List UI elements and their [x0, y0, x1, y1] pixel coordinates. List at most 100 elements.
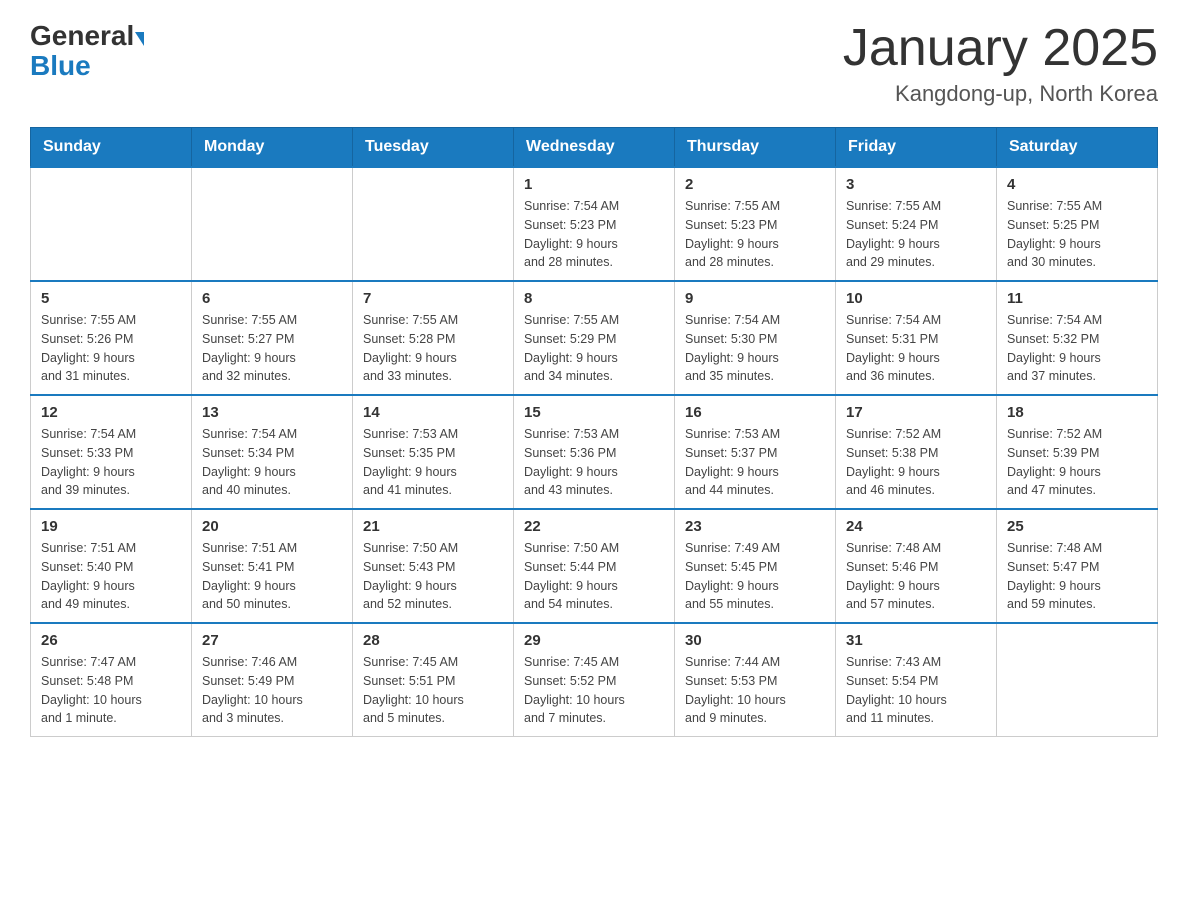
calendar-cell: 18Sunrise: 7:52 AM Sunset: 5:39 PM Dayli…: [997, 395, 1158, 509]
calendar-cell: 3 Sunrise: 7:55 AM Sunset: 5:24 PM Daylig…: [836, 167, 997, 281]
day-info: Sunrise: 7:44 AM Sunset: 5:53 PM Dayligh…: [685, 653, 825, 728]
day-of-week-header: Wednesday: [514, 128, 675, 168]
calendar-cell: 8 Sunrise: 7:55 AM Sunset: 5:29 PM Daylig…: [514, 281, 675, 395]
calendar-cell: [192, 167, 353, 281]
day-info: Sunrise: 7:55 AM Sunset: 5:29 PM Dayligh…: [524, 311, 664, 386]
calendar-week-row: 1Sunrise: 7:54 AM Sunset: 5:23 PM Daylig…: [31, 167, 1158, 281]
day-number: 6: [202, 290, 342, 307]
calendar-cell: 21Sunrise: 7:50 AM Sunset: 5:43 PM Dayli…: [353, 509, 514, 623]
day-number: 16: [685, 404, 825, 421]
page-header: General Blue January 2025 Kangdong-up, N…: [30, 20, 1158, 107]
calendar-cell: 13Sunrise: 7:54 AM Sunset: 5:34 PM Dayli…: [192, 395, 353, 509]
calendar-cell: 20 Sunrise: 7:51 AM Sunset: 5:41 PM Dayli…: [192, 509, 353, 623]
day-number: 24: [846, 518, 986, 535]
calendar-cell: 2Sunrise: 7:55 AM Sunset: 5:23 PM Daylig…: [675, 167, 836, 281]
day-info: Sunrise: 7:54 AM Sunset: 5:31 PM Dayligh…: [846, 311, 986, 386]
day-info: Sunrise: 7:45 AM Sunset: 5:52 PM Dayligh…: [524, 653, 664, 728]
day-number: 13: [202, 404, 342, 421]
day-number: 30: [685, 632, 825, 649]
day-info: Sunrise: 7:55 AM Sunset: 5:26 PM Dayligh…: [41, 311, 181, 386]
day-info: Sunrise: 7:53 AM Sunset: 5:35 PM Dayligh…: [363, 425, 503, 500]
calendar-header-row: SundayMondayTuesdayWednesdayThursdayFrid…: [31, 128, 1158, 168]
calendar-cell: 12 Sunrise: 7:54 AM Sunset: 5:33 PM Dayli…: [31, 395, 192, 509]
calendar-cell: 28 Sunrise: 7:45 AM Sunset: 5:51 PM Dayli…: [353, 623, 514, 737]
day-info: Sunrise: 7:54 AM Sunset: 5:30 PM Dayligh…: [685, 311, 825, 386]
calendar-cell: [353, 167, 514, 281]
day-info: Sunrise: 7:53 AM Sunset: 5:37 PM Dayligh…: [685, 425, 825, 500]
day-number: 4: [1007, 176, 1147, 193]
day-number: 25: [1007, 518, 1147, 535]
day-number: 11: [1007, 290, 1147, 307]
day-of-week-header: Monday: [192, 128, 353, 168]
calendar-cell: 27 Sunrise: 7:46 AM Sunset: 5:49 PM Dayli…: [192, 623, 353, 737]
day-number: 12: [41, 404, 181, 421]
calendar-cell: 7Sunrise: 7:55 AM Sunset: 5:28 PM Daylig…: [353, 281, 514, 395]
day-info: Sunrise: 7:54 AM Sunset: 5:33 PM Dayligh…: [41, 425, 181, 500]
day-number: 19: [41, 518, 181, 535]
day-info: Sunrise: 7:55 AM Sunset: 5:23 PM Dayligh…: [685, 197, 825, 272]
day-info: Sunrise: 7:48 AM Sunset: 5:46 PM Dayligh…: [846, 539, 986, 614]
day-number: 8: [524, 290, 664, 307]
calendar-cell: 25 Sunrise: 7:48 AM Sunset: 5:47 PM Dayli…: [997, 509, 1158, 623]
calendar-cell: 30 Sunrise: 7:44 AM Sunset: 5:53 PM Dayli…: [675, 623, 836, 737]
calendar-cell: 31 Sunrise: 7:43 AM Sunset: 5:54 PM Dayli…: [836, 623, 997, 737]
logo-blue-text: Blue: [30, 50, 91, 81]
day-info: Sunrise: 7:43 AM Sunset: 5:54 PM Dayligh…: [846, 653, 986, 728]
day-info: Sunrise: 7:55 AM Sunset: 5:25 PM Dayligh…: [1007, 197, 1147, 272]
logo: General Blue: [30, 20, 144, 82]
day-number: 27: [202, 632, 342, 649]
calendar-cell: 10Sunrise: 7:54 AM Sunset: 5:31 PM Dayli…: [836, 281, 997, 395]
day-info: Sunrise: 7:52 AM Sunset: 5:38 PM Dayligh…: [846, 425, 986, 500]
calendar-cell: 11Sunrise: 7:54 AM Sunset: 5:32 PM Dayli…: [997, 281, 1158, 395]
day-info: Sunrise: 7:55 AM Sunset: 5:24 PM Dayligh…: [846, 197, 986, 272]
calendar-cell: 19 Sunrise: 7:51 AM Sunset: 5:40 PM Dayli…: [31, 509, 192, 623]
calendar-cell: 24 Sunrise: 7:48 AM Sunset: 5:46 PM Dayli…: [836, 509, 997, 623]
day-number: 20: [202, 518, 342, 535]
day-of-week-header: Friday: [836, 128, 997, 168]
calendar-cell: 23Sunrise: 7:49 AM Sunset: 5:45 PM Dayli…: [675, 509, 836, 623]
day-of-week-header: Sunday: [31, 128, 192, 168]
day-of-week-header: Tuesday: [353, 128, 514, 168]
logo-triangle-icon: [135, 32, 144, 46]
calendar-cell: 9 Sunrise: 7:54 AM Sunset: 5:30 PM Daylig…: [675, 281, 836, 395]
calendar-week-row: 26Sunrise: 7:47 AM Sunset: 5:48 PM Dayli…: [31, 623, 1158, 737]
day-number: 23: [685, 518, 825, 535]
day-info: Sunrise: 7:55 AM Sunset: 5:28 PM Dayligh…: [363, 311, 503, 386]
day-info: Sunrise: 7:48 AM Sunset: 5:47 PM Dayligh…: [1007, 539, 1147, 614]
title-section: January 2025 Kangdong-up, North Korea: [843, 20, 1158, 107]
calendar-week-row: 5 Sunrise: 7:55 AM Sunset: 5:26 PM Daylig…: [31, 281, 1158, 395]
day-number: 3: [846, 176, 986, 193]
calendar-cell: 14Sunrise: 7:53 AM Sunset: 5:35 PM Dayli…: [353, 395, 514, 509]
day-info: Sunrise: 7:45 AM Sunset: 5:51 PM Dayligh…: [363, 653, 503, 728]
calendar-week-row: 19 Sunrise: 7:51 AM Sunset: 5:40 PM Dayli…: [31, 509, 1158, 623]
logo-general-text: General: [30, 20, 134, 52]
day-number: 26: [41, 632, 181, 649]
calendar-cell: 5 Sunrise: 7:55 AM Sunset: 5:26 PM Daylig…: [31, 281, 192, 395]
calendar-week-row: 12 Sunrise: 7:54 AM Sunset: 5:33 PM Dayli…: [31, 395, 1158, 509]
day-number: 1: [524, 176, 664, 193]
day-number: 22: [524, 518, 664, 535]
day-number: 17: [846, 404, 986, 421]
day-info: Sunrise: 7:53 AM Sunset: 5:36 PM Dayligh…: [524, 425, 664, 500]
day-number: 5: [41, 290, 181, 307]
calendar-cell: 1Sunrise: 7:54 AM Sunset: 5:23 PM Daylig…: [514, 167, 675, 281]
day-number: 28: [363, 632, 503, 649]
day-of-week-header: Thursday: [675, 128, 836, 168]
day-info: Sunrise: 7:46 AM Sunset: 5:49 PM Dayligh…: [202, 653, 342, 728]
day-info: Sunrise: 7:55 AM Sunset: 5:27 PM Dayligh…: [202, 311, 342, 386]
day-info: Sunrise: 7:50 AM Sunset: 5:44 PM Dayligh…: [524, 539, 664, 614]
day-number: 9: [685, 290, 825, 307]
day-number: 31: [846, 632, 986, 649]
calendar-cell: 15Sunrise: 7:53 AM Sunset: 5:36 PM Dayli…: [514, 395, 675, 509]
day-info: Sunrise: 7:51 AM Sunset: 5:40 PM Dayligh…: [41, 539, 181, 614]
day-of-week-header: Saturday: [997, 128, 1158, 168]
day-number: 18: [1007, 404, 1147, 421]
main-title: January 2025: [843, 20, 1158, 77]
calendar-cell: 6 Sunrise: 7:55 AM Sunset: 5:27 PM Daylig…: [192, 281, 353, 395]
calendar-cell: 26Sunrise: 7:47 AM Sunset: 5:48 PM Dayli…: [31, 623, 192, 737]
day-info: Sunrise: 7:51 AM Sunset: 5:41 PM Dayligh…: [202, 539, 342, 614]
subtitle: Kangdong-up, North Korea: [843, 81, 1158, 107]
calendar-cell: 4 Sunrise: 7:55 AM Sunset: 5:25 PM Daylig…: [997, 167, 1158, 281]
calendar-cell: 29Sunrise: 7:45 AM Sunset: 5:52 PM Dayli…: [514, 623, 675, 737]
calendar-cell: 16 Sunrise: 7:53 AM Sunset: 5:37 PM Dayli…: [675, 395, 836, 509]
